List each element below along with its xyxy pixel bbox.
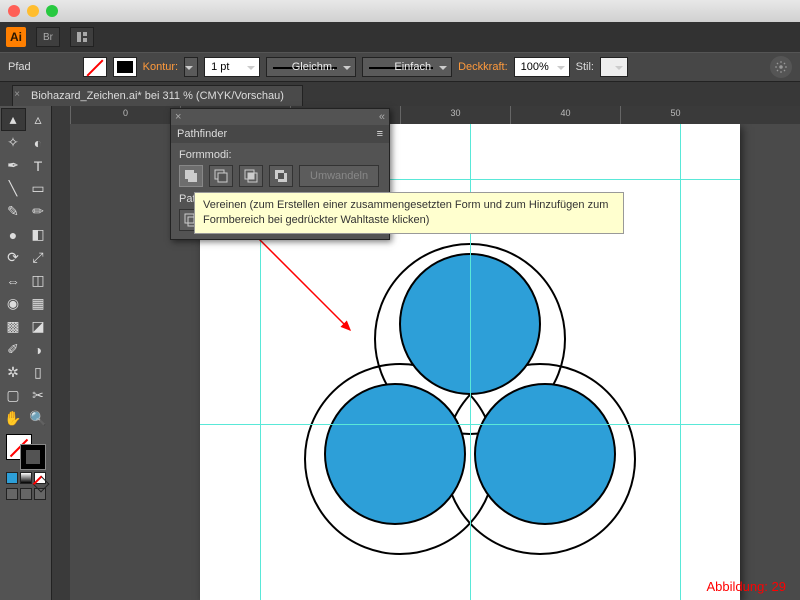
ruler-mark: 30: [400, 106, 510, 124]
stroke-arrow-button[interactable]: [184, 57, 198, 77]
vertical-ruler: [52, 106, 70, 600]
rotate-tool[interactable]: ⟳: [1, 246, 26, 269]
figure-label: Abbildung: 29: [706, 579, 786, 594]
variable-width-profile-dropdown[interactable]: Gleichm.: [266, 57, 356, 77]
selection-type-label: Pfad: [8, 61, 31, 73]
ruler-mark: 40: [510, 106, 620, 124]
width-tool[interactable]: ⇔: [1, 269, 26, 292]
exclude-button[interactable]: [269, 165, 293, 187]
intersect-button[interactable]: [239, 165, 263, 187]
rectangle-tool[interactable]: ▭: [26, 177, 51, 200]
opacity-dropdown[interactable]: 100%: [514, 57, 570, 77]
control-bar: Pfad Kontur: 1 pt Gleichm. Einfach Deckk…: [0, 52, 800, 82]
panel-close-icon[interactable]: ×: [175, 111, 181, 123]
fill-stroke-colors[interactable]: [6, 434, 46, 470]
shape-builder-tool[interactable]: ◉: [1, 292, 26, 315]
stroke-label: Kontur:: [143, 61, 178, 73]
guide-vertical[interactable]: [680, 124, 681, 600]
eraser-tool[interactable]: ◧: [26, 223, 51, 246]
type-tool[interactable]: T: [26, 154, 51, 177]
scale-tool[interactable]: ⤢: [26, 246, 51, 269]
line-tool[interactable]: ╲: [1, 177, 26, 200]
unite-button[interactable]: [179, 165, 203, 187]
tools-panel: ▴▵ ✧◐ ✒T ╲▭ ✎✏ ●◧ ⟳⤢ ⇔◫ ◉▦ ▩◪ ✐◑ ✲▯ ▢✂ ✋…: [0, 106, 52, 600]
opacity-label: Deckkraft:: [458, 61, 508, 73]
perspective-grid-tool[interactable]: ▦: [26, 292, 51, 315]
app-menubar: Ai Br: [0, 22, 800, 52]
shape-modes-label: Formmodi:: [179, 149, 381, 161]
app-logo: Ai: [6, 27, 26, 47]
artboard-tool[interactable]: ▢: [1, 384, 26, 407]
lasso-tool[interactable]: ◐: [26, 131, 51, 154]
blob-brush-tool[interactable]: ●: [1, 223, 26, 246]
symbol-sprayer-tool[interactable]: ✲: [1, 361, 26, 384]
color-mode-buttons[interactable]: [6, 472, 46, 484]
document-tab[interactable]: × Biohazard_Zeichen.ai* bei 311 % (CMYK/…: [12, 85, 303, 106]
direct-selection-tool[interactable]: ▵: [26, 108, 51, 131]
pen-tool[interactable]: ✒: [1, 154, 26, 177]
brush-definition-dropdown[interactable]: Einfach: [362, 57, 452, 77]
eyedropper-tool[interactable]: ✐: [1, 338, 26, 361]
document-tab-bar: × Biohazard_Zeichen.ai* bei 311 % (CMYK/…: [0, 82, 800, 106]
minimize-window-button[interactable]: [27, 5, 39, 17]
close-tab-icon[interactable]: ×: [11, 89, 23, 100]
mesh-tool[interactable]: ▩: [1, 315, 26, 338]
ruler-mark: 0: [70, 106, 180, 124]
fill-swatch[interactable]: [83, 57, 107, 77]
pencil-tool[interactable]: ✏: [26, 200, 51, 223]
stroke-weight-dropdown[interactable]: 1 pt: [204, 57, 260, 77]
tooltip: Vereinen (zum Erstellen einer zusammenge…: [194, 192, 624, 234]
window-titlebar: [0, 0, 800, 22]
ruler-mark: 50: [620, 106, 730, 124]
panel-menu-icon[interactable]: ≡: [377, 128, 383, 140]
close-window-button[interactable]: [8, 5, 20, 17]
gradient-tool[interactable]: ◪: [26, 315, 51, 338]
workspace: ▴▵ ✧◐ ✒T ╲▭ ✎✏ ●◧ ⟳⤢ ⇔◫ ◉▦ ▩◪ ✐◑ ✲▯ ▢✂ ✋…: [0, 106, 800, 600]
column-graph-tool[interactable]: ▯: [26, 361, 51, 384]
panel-collapse-icon[interactable]: «: [379, 111, 385, 123]
stroke-swatch[interactable]: [113, 57, 137, 77]
minus-front-button[interactable]: [209, 165, 233, 187]
expand-button[interactable]: Umwandeln: [299, 165, 379, 187]
style-label: Stil:: [576, 61, 594, 73]
free-transform-tool[interactable]: ◫: [26, 269, 51, 292]
hand-tool[interactable]: ✋: [1, 407, 26, 430]
document-tab-title: Biohazard_Zeichen.ai* bei 311 % (CMYK/Vo…: [31, 90, 284, 102]
panel-title: Pathfinder: [177, 128, 227, 140]
graphic-style-dropdown[interactable]: [600, 57, 628, 77]
panel-title-bar[interactable]: Pathfinder ≡: [171, 125, 389, 143]
blend-tool[interactable]: ◑: [26, 338, 51, 361]
slice-tool[interactable]: ✂: [26, 384, 51, 407]
maximize-window-button[interactable]: [46, 5, 58, 17]
paintbrush-tool[interactable]: ✎: [1, 200, 26, 223]
bridge-button[interactable]: Br: [36, 27, 60, 47]
arrange-documents-button[interactable]: [70, 27, 94, 47]
selection-tool[interactable]: ▴: [1, 108, 26, 131]
panel-options-button[interactable]: [770, 56, 792, 78]
magic-wand-tool[interactable]: ✧: [1, 131, 26, 154]
zoom-tool[interactable]: 🔍: [26, 407, 51, 430]
